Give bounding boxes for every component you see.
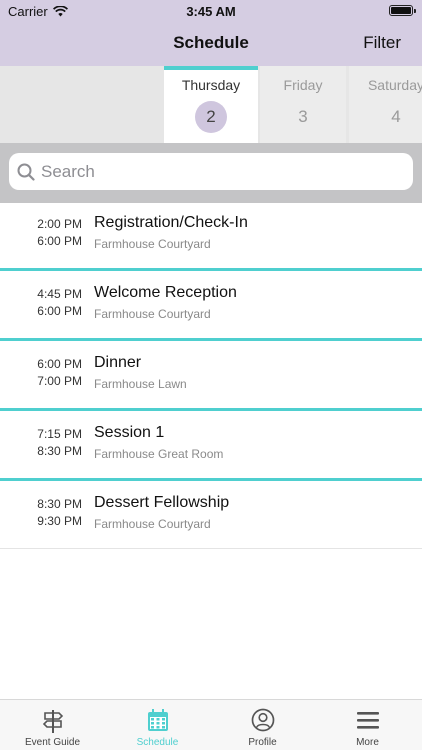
day-name: Friday: [283, 77, 323, 93]
page-title: Schedule: [173, 33, 249, 52]
calendar-icon: [148, 709, 168, 731]
session-times: 4:45 PM 6:00 PM: [0, 286, 82, 320]
row-divider: [0, 478, 422, 481]
session-location: Farmhouse Lawn: [94, 377, 187, 391]
tab-schedule[interactable]: Schedule: [105, 700, 210, 750]
day-name: Thursday: [181, 77, 241, 93]
day-tab-saturday[interactable]: Saturday 4: [349, 66, 422, 143]
session-location: Farmhouse Great Room: [94, 447, 224, 461]
tab-event-guide[interactable]: Event Guide: [0, 700, 105, 750]
tab-more[interactable]: More: [315, 700, 420, 750]
start-time: 7:15 PM: [37, 427, 82, 441]
tab-label: Event Guide: [24, 737, 81, 748]
session-title: Dessert Fellowship: [94, 494, 230, 511]
session-times: 8:30 PM 9:30 PM: [0, 496, 82, 530]
end-time: 6:00 PM: [37, 304, 82, 318]
row-divider: [0, 548, 422, 549]
session-title: Registration/Check-In: [94, 214, 248, 231]
tab-label: Profile: [248, 737, 277, 748]
session-title: Session 1: [94, 424, 165, 441]
day-number-badge: 2: [195, 101, 227, 133]
session-title: Welcome Reception: [94, 284, 237, 301]
profile-icon: [251, 708, 275, 732]
day-number: 3: [298, 107, 308, 126]
end-time: 8:30 PM: [37, 444, 82, 458]
start-time: 6:00 PM: [37, 357, 82, 371]
tab-bar: Event Guide Schedule Profile More: [0, 699, 422, 750]
day-name: Saturday: [367, 77, 422, 93]
search-field[interactable]: [9, 153, 413, 190]
session-location: Farmhouse Courtyard: [94, 307, 211, 321]
search-bar: [0, 143, 422, 203]
end-time: 7:00 PM: [37, 374, 82, 388]
session-location: Farmhouse Courtyard: [94, 517, 211, 531]
tab-profile[interactable]: Profile: [210, 700, 315, 750]
filter-button[interactable]: Filter: [363, 33, 401, 53]
row-divider: [0, 408, 422, 411]
session-times: 6:00 PM 7:00 PM: [0, 356, 82, 390]
day-selector: Thursday 2 Friday 3 Saturday 4: [0, 66, 422, 143]
day-number: 4: [391, 107, 401, 126]
tab-label: Schedule: [136, 737, 179, 748]
navigation-header: Carrier 3:45 AM Schedule Filter: [0, 0, 422, 66]
session-times: 2:00 PM 6:00 PM: [0, 216, 82, 250]
start-time: 2:00 PM: [37, 217, 82, 231]
tab-label: More: [356, 737, 379, 748]
battery-icon: [389, 5, 416, 16]
session-row[interactable]: 4:45 PM 6:00 PM Welcome Reception Farmho…: [0, 273, 422, 343]
row-divider: [0, 268, 422, 271]
session-title: Dinner: [94, 354, 142, 371]
end-time: 9:30 PM: [37, 514, 82, 528]
row-divider: [0, 338, 422, 341]
session-times: 7:15 PM 8:30 PM: [0, 426, 82, 460]
menu-icon: [357, 712, 379, 729]
signpost-icon: [42, 710, 64, 733]
status-bar: Carrier 3:45 AM: [0, 0, 422, 22]
status-time: 3:45 AM: [186, 4, 236, 19]
session-row[interactable]: 8:30 PM 9:30 PM Dessert Fellowship Farmh…: [0, 483, 422, 553]
session-row[interactable]: 6:00 PM 7:00 PM Dinner Farmhouse Lawn: [0, 343, 422, 413]
end-time: 6:00 PM: [37, 234, 82, 248]
day-tab-friday[interactable]: Friday 3: [260, 66, 346, 143]
session-row[interactable]: 7:15 PM 8:30 PM Session 1 Farmhouse Grea…: [0, 413, 422, 483]
session-location: Farmhouse Courtyard: [94, 237, 211, 251]
search-icon: [17, 163, 35, 181]
start-time: 4:45 PM: [37, 287, 82, 301]
start-time: 8:30 PM: [37, 497, 82, 511]
session-row[interactable]: 2:00 PM 6:00 PM Registration/Check-In Fa…: [0, 203, 422, 273]
day-tab-thursday[interactable]: Thursday 2: [164, 66, 258, 143]
search-input[interactable]: [41, 161, 401, 182]
